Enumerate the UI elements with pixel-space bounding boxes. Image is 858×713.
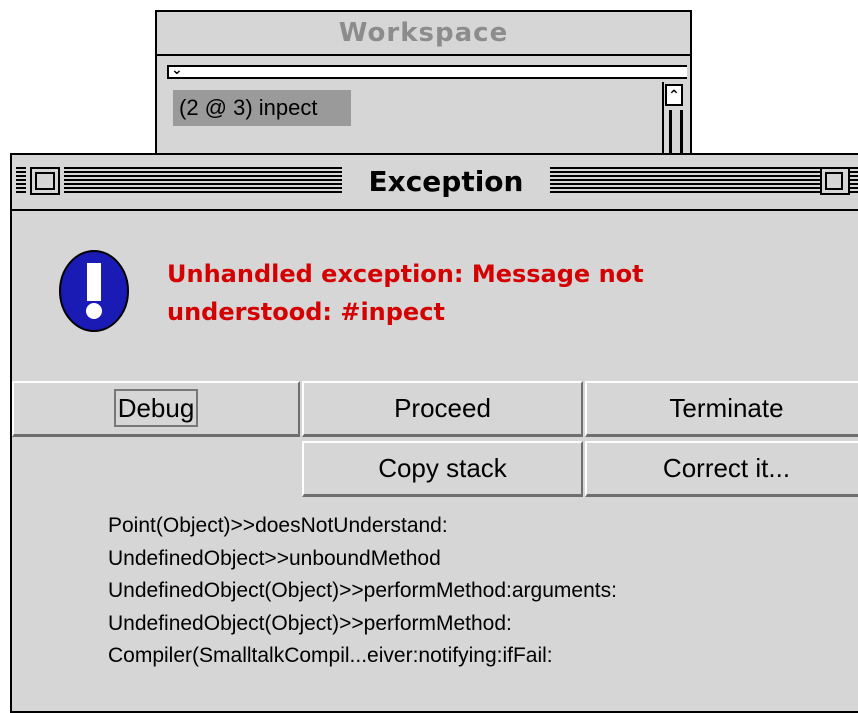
exception-window[interactable]: Exception Unhandled exception: Message n…: [10, 153, 858, 713]
exclamation-alert-icon: [59, 250, 129, 332]
stack-frame[interactable]: UndefinedObject(Object)>>performMethod:a…: [108, 575, 617, 608]
exception-message: Unhandled exception: Message not underst…: [167, 255, 727, 331]
stack-frame[interactable]: UndefinedObject>>unboundMethod: [108, 543, 617, 576]
zoom-box-icon[interactable]: [820, 167, 850, 195]
debug-button-label: Debug: [113, 389, 199, 427]
chevron-down-icon[interactable]: ⌄: [171, 61, 183, 78]
exception-title: Exception: [342, 155, 550, 209]
workspace-title: Workspace: [157, 12, 690, 56]
debug-button[interactable]: Debug: [12, 381, 300, 437]
copy-stack-button[interactable]: Copy stack: [302, 441, 583, 497]
correct-it-button[interactable]: Correct it...: [585, 441, 858, 497]
workspace-selected-code[interactable]: (2 @ 3) inpect: [173, 90, 351, 126]
close-box-icon[interactable]: [30, 167, 60, 195]
stack-frame[interactable]: Compiler(SmalltalkCompil...eiver:notifyi…: [108, 640, 617, 673]
title-stripes-left: [64, 167, 342, 195]
exception-message-line2: understood: #inpect: [167, 298, 445, 326]
stack-frame[interactable]: Point(Object)>>doesNotUnderstand:: [108, 510, 617, 543]
terminate-button[interactable]: Terminate: [585, 381, 858, 437]
workspace-window[interactable]: Workspace ⌄ (2 @ 3) inpect ⌃: [155, 10, 692, 170]
exception-message-line1: Unhandled exception: Message not: [167, 260, 644, 288]
stack-frame[interactable]: UndefinedObject(Object)>>performMethod:: [108, 608, 617, 641]
scroll-up-arrow-icon[interactable]: ⌃: [665, 84, 683, 106]
title-stripes-right: [550, 167, 858, 195]
title-stripes-left-edge: [16, 167, 26, 195]
stack-trace-list[interactable]: Point(Object)>>doesNotUnderstand: Undefi…: [108, 510, 617, 673]
proceed-button[interactable]: Proceed: [302, 381, 583, 437]
exception-title-bar[interactable]: Exception: [12, 155, 858, 211]
workspace-menu-bar[interactable]: ⌄: [167, 61, 687, 79]
